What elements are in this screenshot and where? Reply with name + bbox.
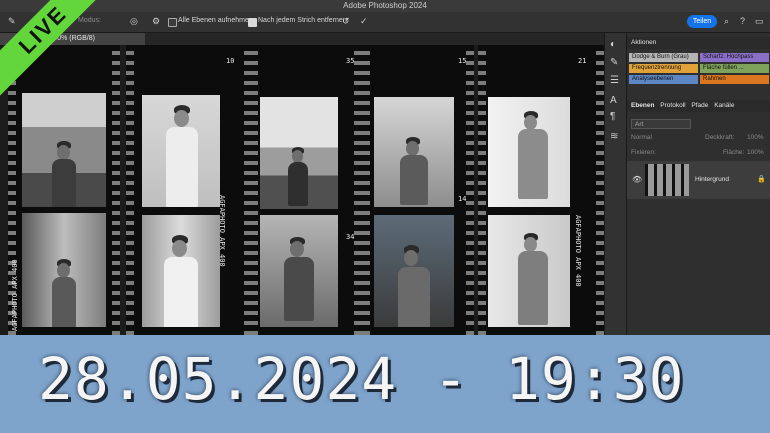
photo-frame	[142, 215, 220, 327]
help-icon[interactable]: ?	[740, 16, 745, 26]
pressure-icon[interactable]: ◎	[130, 16, 138, 27]
film-edge-text: AGFAPHOTO APX 400	[574, 215, 582, 287]
workspace-icon[interactable]: ▭	[755, 16, 764, 27]
share-button[interactable]: Teilen	[687, 15, 717, 28]
tab-history[interactable]: Protokoll	[660, 102, 685, 109]
tab-channels[interactable]: Kanäle	[714, 102, 734, 109]
film-strip: 15 14	[362, 45, 474, 335]
date-banner: 28.05.2024 - 19:30	[0, 335, 770, 433]
opacity-label: Deckkraft:	[705, 134, 735, 141]
action-item[interactable]: Fläche füllen ...	[700, 64, 769, 73]
search-icon[interactable]: ⌕	[724, 16, 729, 27]
photo-frame	[260, 97, 338, 209]
layer-filter-select[interactable]: Art	[631, 119, 691, 129]
fill-value[interactable]: 100%	[747, 149, 764, 156]
lock-icon: 🔒	[757, 176, 766, 183]
options-bar: ✎ Modus: ◎ ⚙ Alle Ebenen aufnehmen Nach …	[0, 12, 770, 33]
properties-icon[interactable]: ≋	[610, 131, 618, 142]
lock-label: Fixieren:	[631, 149, 656, 156]
film-strip: 35 34	[250, 45, 362, 335]
photo-frame	[22, 93, 106, 207]
frame-number: 10	[226, 57, 235, 65]
date-time-text: 28.05.2024 - 19:30	[38, 345, 685, 413]
right-panels: Aktionen Dodge & Burn (Grau) Scharfz. Ho…	[626, 33, 770, 335]
layer-row[interactable]: 👁 Hintergrund 🔒	[627, 161, 770, 199]
fill-label: Fläche:	[723, 149, 745, 156]
all-layers-label: Alle Ebenen aufnehmen	[178, 17, 253, 24]
film-strip: AGFAPHOTO APX 400	[8, 45, 120, 335]
action-item[interactable]: Frequenztrennung	[629, 64, 698, 73]
photo-frame	[374, 215, 454, 327]
photo-frame	[488, 215, 570, 327]
layer-filter-label: Art	[635, 121, 644, 128]
film-strip: 10 AGFAPHOTO APX 400	[126, 45, 252, 335]
blend-mode-select[interactable]: Normal	[631, 134, 652, 141]
sprocket-holes	[478, 45, 486, 335]
photo-frame	[142, 95, 220, 207]
photo-frame	[488, 97, 570, 207]
frame-number: 21	[578, 57, 587, 65]
visibility-eye-icon[interactable]: 👁	[632, 175, 642, 184]
mode-label: Modus:	[78, 17, 101, 24]
tab-layers[interactable]: Ebenen	[631, 102, 654, 109]
layers-tab-bar: Ebenen Protokoll Pfade Kanäle	[627, 100, 770, 112]
frame-number: 14	[458, 195, 467, 203]
color-icon[interactable]: ◐	[610, 39, 616, 50]
panel-icons-column: ◐ ✎ ☰ A ¶ ≋	[604, 33, 627, 335]
sprocket-holes	[112, 45, 120, 335]
sprocket-holes	[466, 45, 474, 335]
layer-name: Hintergrund	[695, 176, 729, 183]
brush-tool-icon[interactable]: ✎	[8, 16, 16, 27]
all-layers-checkbox[interactable]	[168, 18, 177, 27]
film-edge-text: AGFAPHOTO APX 400	[218, 195, 226, 267]
after-stroke-label: Nach jedem Strich entfernen	[258, 17, 347, 24]
undo-icon[interactable]: ↺	[342, 16, 350, 27]
window-title: Adobe Photoshop 2024	[343, 1, 427, 10]
frame-number: 15	[458, 57, 467, 65]
photo-frame	[260, 215, 338, 327]
after-stroke-checkbox[interactable]	[248, 18, 257, 27]
action-item[interactable]: Scharfz. Hochpass	[700, 53, 769, 62]
actions-panel-title: Aktionen	[631, 39, 657, 46]
adjustments-icon[interactable]: ☰	[610, 75, 619, 86]
sprocket-holes	[354, 45, 362, 335]
opacity-value[interactable]: 100%	[747, 134, 764, 141]
sprocket-holes	[250, 45, 258, 335]
sprocket-holes	[596, 45, 604, 335]
action-item[interactable]: Dodge & Burn (Grau)	[629, 53, 698, 62]
checkmark-icon[interactable]: ✓	[360, 16, 368, 27]
frame-number: 35	[346, 57, 355, 65]
gear-icon[interactable]: ⚙	[152, 16, 160, 27]
sprocket-holes	[126, 45, 134, 335]
document-tab-bar: …_0.jpg bei 50% (RGB/8)	[0, 33, 604, 45]
character-icon[interactable]: A	[610, 95, 617, 106]
frame-number: 34	[346, 233, 355, 241]
document-canvas[interactable]: AGFAPHOTO APX 400 10 AGFAPHOTO APX 400 3…	[0, 45, 604, 335]
photo-frame	[22, 213, 106, 327]
action-item[interactable]: Analyseebenen	[629, 75, 698, 84]
paragraph-icon[interactable]: ¶	[610, 111, 615, 122]
sprocket-holes	[362, 45, 370, 335]
tab-paths[interactable]: Pfade	[691, 102, 708, 109]
brush-settings-icon[interactable]: ✎	[610, 57, 618, 68]
layer-thumbnail	[645, 164, 689, 196]
action-item[interactable]: Rahmen	[700, 75, 769, 84]
film-edge-text: AGFAPHOTO APX 400	[11, 259, 19, 331]
actions-panel-header: Aktionen	[627, 37, 770, 49]
film-strip: 21 AGFAPHOTO APX 400	[478, 45, 604, 335]
photo-frame	[374, 97, 454, 207]
